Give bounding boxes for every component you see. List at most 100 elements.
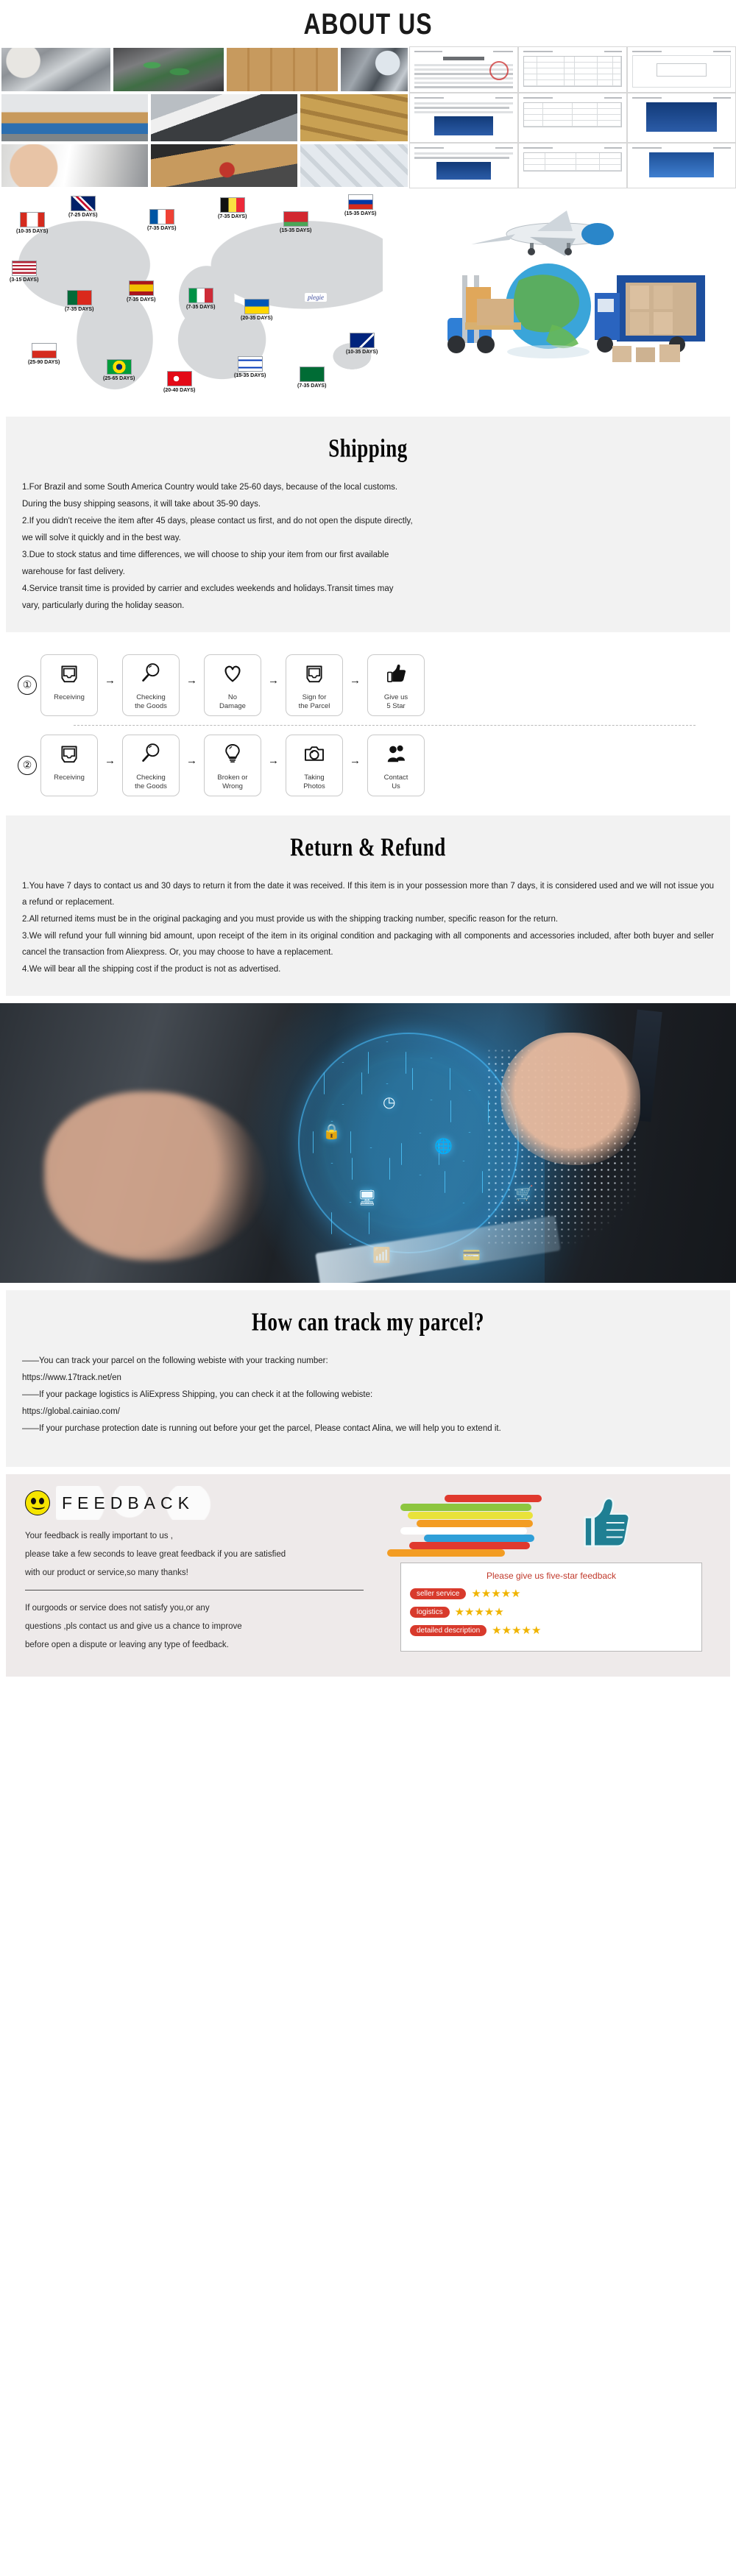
product-spec-sheet: [627, 143, 736, 188]
delivery-time-label: (20-40 DAYS): [163, 388, 196, 393]
feedback-line: please take a few seconds to leave great…: [25, 1550, 286, 1559]
flow-step-label: Broken or Wrong: [217, 774, 248, 790]
flow-step-checking-the-goods[interactable]: Checking the Goods: [122, 735, 180, 796]
return-refund-line: 4.We will bear all the shipping cost if …: [22, 965, 281, 974]
feedback-paragraph-2: If ourgoods or service does not satisfy …: [25, 1599, 393, 1655]
rating-label: seller service: [410, 1588, 467, 1599]
clock-icon: ◷: [383, 1094, 396, 1111]
flow-number-2: ②: [18, 756, 37, 775]
delivery-time-label: (7-35 DAYS): [65, 307, 94, 312]
star-rating: ★★★★★: [492, 1624, 542, 1637]
flow-step-give-us-star[interactable]: Give us 5 Star: [367, 654, 425, 716]
return-refund-line: 1.You have 7 days to contact us and 30 d…: [22, 882, 714, 907]
delivery-time-label: (7-35 DAYS): [218, 214, 247, 219]
inbox-tray-icon: [302, 662, 326, 689]
flow-step-checking-the-goods[interactable]: Checking the Goods: [122, 654, 180, 716]
shipping-panel: Shipping 1.For Brazil and some South Ame…: [6, 417, 730, 632]
gallery-row: [0, 93, 736, 143]
australia-flag: [349, 333, 375, 348]
flow-step-broken-or-wrong[interactable]: Broken or Wrong: [204, 735, 261, 796]
delivery-time-label: (15-35 DAYS): [280, 228, 312, 233]
testing-lab-photo: [339, 46, 409, 93]
feedback-panel: FEEDBACK Your feedback is really importa…: [6, 1474, 730, 1677]
spain-flag: [128, 280, 154, 296]
flow-step-label: No Damage: [219, 693, 246, 710]
lightbulb-icon: [221, 742, 244, 769]
destination-brazil: (25-65 DAYS): [103, 359, 135, 381]
globe-icon: 🌐: [434, 1139, 453, 1155]
flow-step-contact-us[interactable]: Contact Us: [367, 735, 425, 796]
rating-label: detailed description: [410, 1624, 487, 1636]
saudi-arabia-flag: [299, 367, 325, 382]
destination-belgium: (7-35 DAYS): [218, 197, 247, 219]
star-rating: ★★★★★: [454, 1606, 504, 1618]
feedback-line: Your feedback is really important to us …: [25, 1532, 173, 1540]
delivery-time-label: (25-65 DAYS): [103, 376, 135, 381]
shipping-title: Shipping: [328, 434, 408, 463]
blurred-hand: [44, 1091, 265, 1261]
shipping-line: vary, particularly during the holiday se…: [22, 601, 185, 610]
factory-machine-photo: [0, 46, 112, 93]
about-gallery: [0, 46, 736, 188]
destination-saudi-arabia: (7-35 DAYS): [297, 367, 326, 389]
france-flag: [149, 209, 174, 224]
thumbs-up-graphic: [387, 1490, 702, 1558]
delivery-time-label: (7-35 DAYS): [186, 305, 216, 310]
tracking-line: ——If your purchase protection date is ru…: [22, 1424, 501, 1433]
flow-arrow: →: [186, 673, 197, 687]
flow-step-receiving[interactable]: Receiving: [40, 654, 98, 716]
destination-russia: (15-35 DAYS): [344, 194, 376, 216]
flow-step-label: Taking Photos: [303, 774, 325, 790]
shipping-line: 2.If you didn't receive the item after 4…: [22, 517, 413, 526]
delivery-time-label: (7-25 DAYS): [68, 213, 98, 218]
shipping-text: 1.For Brazil and some South America Coun…: [22, 479, 714, 614]
flow-arrow: →: [268, 673, 279, 687]
worker-inspection-photo: [0, 143, 149, 188]
test-report-certificate: [409, 46, 518, 93]
destination-united-states: (3-15 DAYS): [10, 261, 38, 283]
flow-row-2: ② Receiving → Checking the Goods → Broken or W…: [0, 730, 736, 801]
flow-step-taking-photos[interactable]: Taking Photos: [286, 735, 343, 796]
destination-united-kingdom: (7-25 DAYS): [68, 196, 97, 218]
flow-step-label: Checking the Goods: [135, 693, 167, 710]
rating-row-seller-service: seller service ★★★★★: [410, 1587, 693, 1600]
russia-flag: [347, 194, 373, 210]
return-refund-line: 2.All returned items must be in the orig…: [22, 915, 559, 924]
feedback-line: before open a dispute or leaving any typ…: [25, 1641, 229, 1649]
conveyor-line-photo: [149, 93, 299, 143]
rating-row-detailed-description: detailed description ★★★★★: [410, 1624, 693, 1637]
rating-title: Please give us five-star feedback: [486, 1571, 617, 1581]
tracking-title: How can track my parcel?: [252, 1307, 484, 1337]
thumbs-up-icon: [384, 662, 408, 689]
flow-divider: [74, 725, 696, 726]
shipping-map-section: plegie (10-35 DAYS) (7-25 DAYS) (7-35 DAYS…: [0, 188, 736, 409]
shipping-line: warehouse for fast delivery.: [22, 567, 125, 576]
tracking-panel: How can track my parcel? ——You can track…: [6, 1290, 730, 1467]
shopping-cart-icon: 🛒: [515, 1186, 534, 1202]
certificate-page-two: [409, 143, 518, 188]
flow-step-no-damage[interactable]: No Damage: [204, 654, 261, 716]
turkey-flag: [166, 371, 192, 386]
flow-step-receiving[interactable]: Receiving: [40, 735, 98, 796]
process-flow: ① Receiving → Checking the Goods → No Damage → S…: [0, 640, 736, 808]
israel-flag: [237, 356, 263, 372]
warehouse-staff-photo: [299, 93, 409, 143]
delivery-time-label: (25-90 DAYS): [28, 360, 60, 365]
delivery-time-label: (20-35 DAYS): [241, 316, 273, 321]
destination-turkey: (20-40 DAYS): [163, 371, 195, 393]
world-map: plegie (10-35 DAYS) (7-25 DAYS) (7-35 DAYS…: [0, 188, 383, 409]
belarus-flag: [283, 211, 308, 227]
flow-step-label: Give us 5 Star: [383, 693, 408, 710]
tracking-text: ——You can track your parcel on the follo…: [22, 1353, 714, 1437]
feedback-header: FEEDBACK: [25, 1486, 393, 1520]
container-truck-icon: [595, 275, 705, 362]
flow-arrow: →: [268, 754, 279, 767]
destination-france: (7-35 DAYS): [147, 209, 176, 231]
flow-step-label: Receiving: [54, 774, 85, 782]
cartons-stacked-photo: [225, 46, 339, 93]
magnifier-icon: [139, 662, 163, 689]
flow-step-sign-for-the-parcel[interactable]: Sign for the Parcel: [286, 654, 343, 716]
certificate-page-two: [409, 93, 518, 143]
logistics-illustration: [383, 188, 736, 409]
flow-step-label: Contact Us: [383, 774, 408, 790]
